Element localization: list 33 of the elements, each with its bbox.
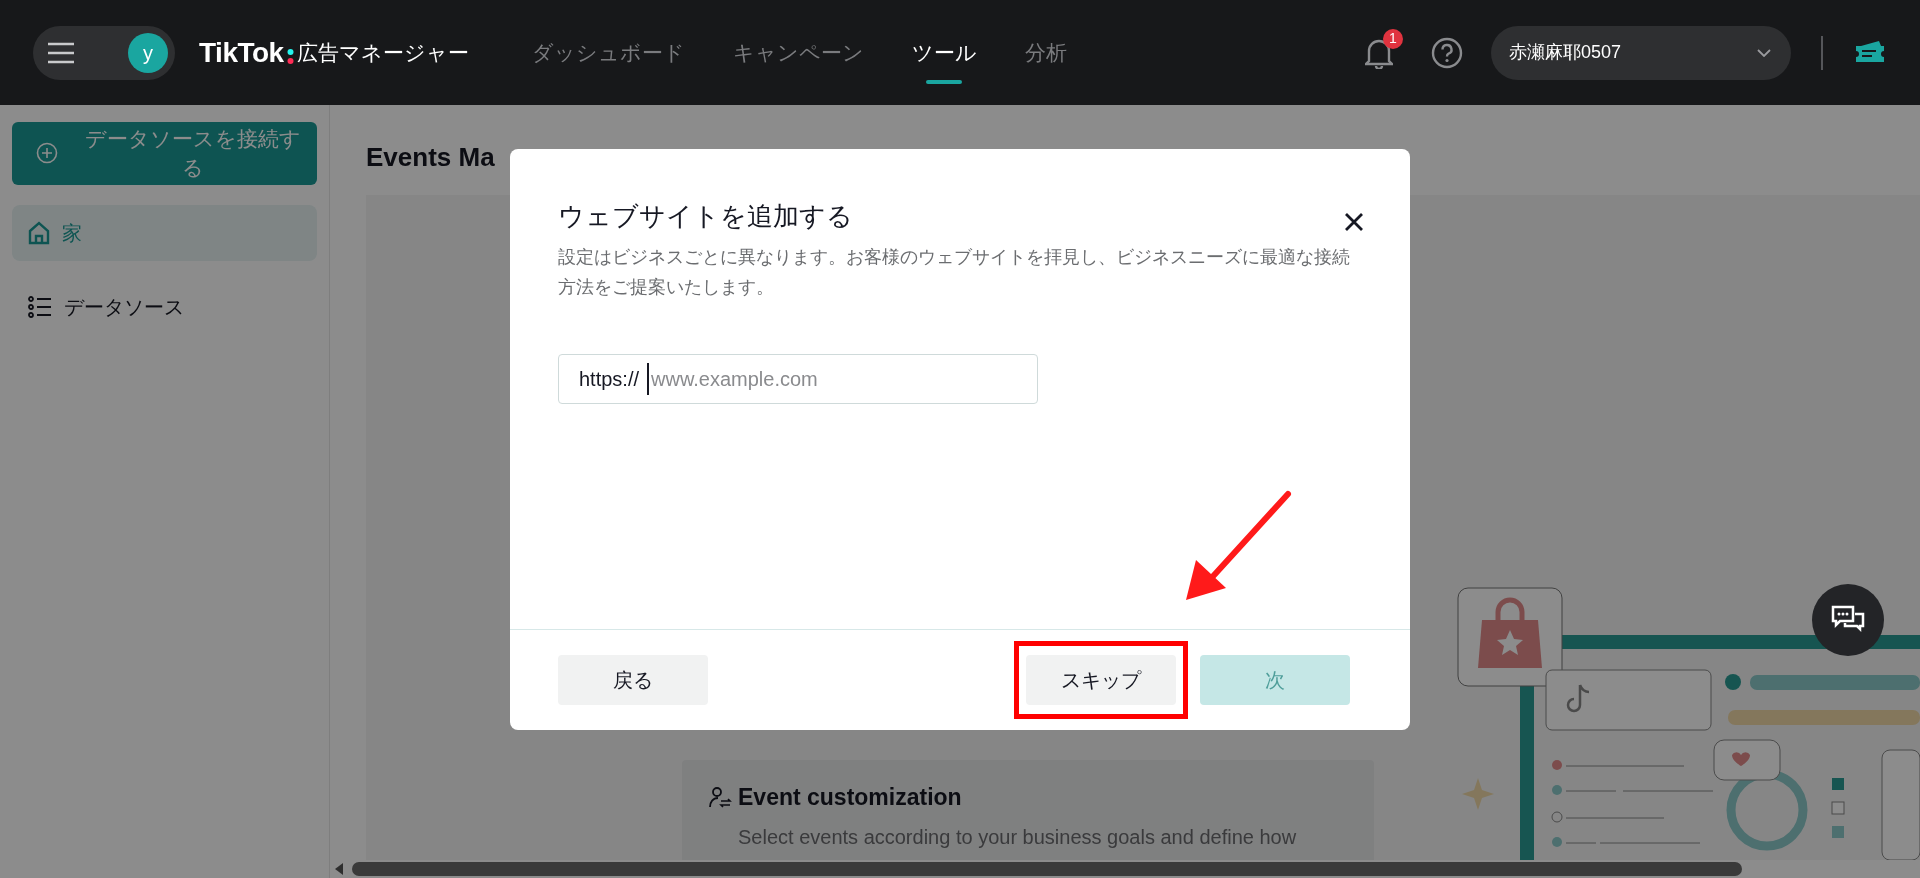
nav-tab[interactable]: ツール — [911, 0, 977, 105]
person-swap-icon — [708, 784, 732, 809]
account-dropdown[interactable]: 赤瀬麻耶0507 — [1491, 25, 1791, 80]
chevron-down-icon — [1757, 48, 1771, 57]
nav-tab[interactable]: キャンペーン — [732, 0, 864, 105]
logo-text: TikTok — [199, 35, 284, 70]
close-icon — [1344, 211, 1364, 232]
logo-mark-icon — [286, 46, 294, 65]
url-field[interactable]: https:// www.example.com — [558, 354, 1038, 405]
feature-description: Select events according to your business goals and define how — [737, 825, 1298, 850]
sidebar-item[interactable]: データソース — [12, 279, 317, 335]
avatar: y — [128, 32, 168, 73]
dialog-title: ウェブサイトを追加する — [558, 201, 853, 233]
menu-button[interactable]: y — [33, 25, 175, 80]
connect-data-source-button[interactable]: データソースを接続する — [12, 122, 317, 185]
notification-badge: 1 — [1383, 28, 1403, 49]
home-icon — [28, 221, 50, 245]
page-title: Events Ma — [366, 141, 496, 174]
scroll-left-icon[interactable] — [334, 863, 344, 875]
feature-title: Event customization — [738, 782, 962, 812]
nav-tab[interactable]: 分析 — [1024, 0, 1067, 105]
menu-icon — [47, 41, 75, 64]
skip-button[interactable]: スキップ — [1026, 655, 1176, 705]
url-prefix: https:// — [579, 367, 640, 393]
scrollbar-thumb[interactable] — [352, 862, 1742, 876]
dialog-description: 設定はビジネスごとに異なります。お客様のウェブサイトを拝見し、ビジネスニーズに最適な接続方法をご提案いたします。 — [558, 246, 1351, 300]
logo-subtitle: 広告マネージャー — [296, 39, 469, 66]
sidebar-item[interactable]: 家 — [12, 205, 317, 261]
nav-tab[interactable]: ダッシュボード — [531, 0, 685, 105]
back-button[interactable]: 戻る — [558, 655, 708, 705]
list-icon — [28, 296, 52, 318]
help-icon[interactable] — [1431, 36, 1463, 69]
plus-circle-icon — [36, 142, 58, 164]
